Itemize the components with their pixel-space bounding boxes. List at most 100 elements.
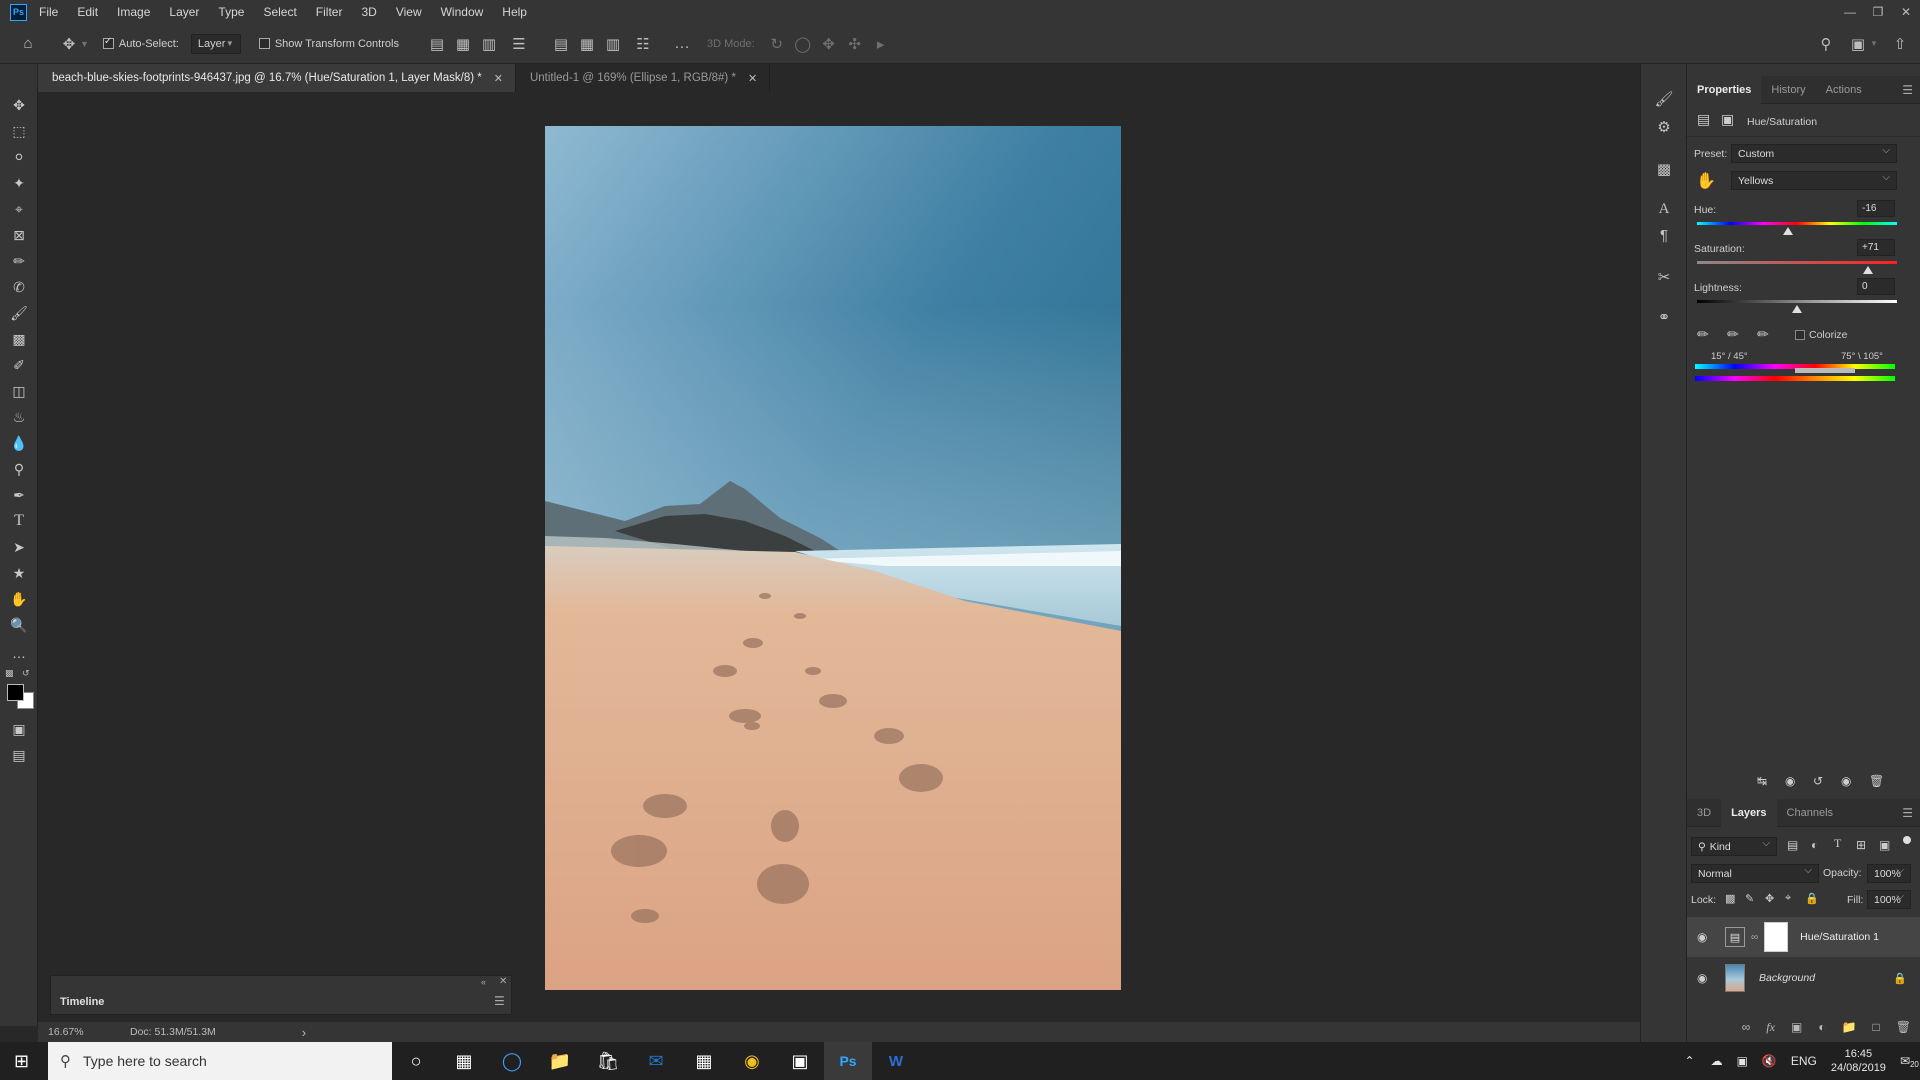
layer-row-background[interactable]: ◉ Background 🔒 bbox=[1687, 958, 1920, 998]
tool-presets-icon[interactable]: ✂ bbox=[1653, 266, 1675, 288]
hue-slider-track[interactable] bbox=[1697, 222, 1897, 225]
filter-smart-object-icon[interactable]: ▣ bbox=[1879, 838, 1890, 852]
libraries-icon[interactable]: ⚭ bbox=[1653, 306, 1675, 328]
fill-input[interactable]: 100% bbox=[1867, 890, 1911, 909]
paragraph-icon[interactable]: ¶ bbox=[1653, 224, 1675, 246]
hue-value-input[interactable]: -16 bbox=[1857, 200, 1895, 217]
lightness-value-input[interactable]: 0 bbox=[1857, 278, 1895, 295]
menu-view[interactable]: View bbox=[396, 5, 422, 19]
marquee-tool-icon[interactable]: ⬚ bbox=[7, 120, 31, 142]
chrome-icon[interactable]: ◉ bbox=[728, 1042, 776, 1080]
magic-wand-icon[interactable]: ✦ bbox=[7, 172, 31, 194]
chain-link-icon[interactable]: ∞ bbox=[1751, 932, 1758, 943]
layer-thumbnail[interactable] bbox=[1725, 964, 1745, 992]
eye-icon[interactable]: ◉ bbox=[1697, 930, 1715, 944]
tab-properties[interactable]: Properties bbox=[1687, 75, 1762, 104]
minimize-icon[interactable]: — bbox=[1836, 0, 1864, 24]
align-center-icon[interactable]: ▦ bbox=[455, 35, 471, 53]
fx-icon[interactable]: fx bbox=[1766, 1020, 1775, 1035]
default-colors-icon[interactable]: ▩ bbox=[5, 668, 14, 679]
foreground-color-swatch[interactable] bbox=[7, 684, 24, 701]
network-icon[interactable]: ▣ bbox=[1737, 1054, 1748, 1068]
menu-file[interactable]: File bbox=[39, 5, 58, 19]
share-icon[interactable]: ⇧ bbox=[1890, 35, 1910, 53]
eyedropper-add-icon[interactable]: ✏ bbox=[1727, 326, 1739, 343]
frame-tool-icon[interactable]: ⊠ bbox=[7, 224, 31, 246]
volume-muted-icon[interactable]: 🔇 bbox=[1762, 1054, 1777, 1068]
shape-tool-icon[interactable]: ★ bbox=[7, 562, 31, 584]
store-icon[interactable]: 🛍 bbox=[584, 1042, 632, 1080]
tab-untitled-1[interactable]: Untitled-1 @ 169% (Ellipse 1, RGB/8#) * … bbox=[516, 64, 771, 92]
pen-tool-icon[interactable]: ✒ bbox=[7, 484, 31, 506]
crop-tool-icon[interactable]: ⌖ bbox=[7, 198, 31, 220]
character-icon[interactable]: A bbox=[1653, 198, 1675, 220]
photoshop-logo[interactable]: Ps bbox=[10, 3, 27, 21]
close-icon[interactable]: ✕ bbox=[494, 72, 503, 85]
cortana-icon[interactable]: ○ bbox=[392, 1042, 440, 1080]
chevron-up-icon[interactable]: ⌃ bbox=[1685, 1054, 1695, 1068]
tab-3d[interactable]: 3D bbox=[1687, 799, 1721, 827]
hue-range-selector[interactable] bbox=[1795, 368, 1855, 373]
distribute-vertical-icon[interactable]: ☷ bbox=[635, 35, 651, 53]
preset-dropdown[interactable]: Custom bbox=[1731, 144, 1897, 163]
menu-window[interactable]: Window bbox=[441, 5, 484, 19]
screen-mode-icon[interactable]: ▤ bbox=[7, 744, 31, 766]
targeted-adjustment-hand-icon[interactable]: ✋ bbox=[1696, 171, 1716, 191]
healing-brush-icon[interactable]: ✆ bbox=[7, 276, 31, 298]
panel-menu-icon[interactable]: ☰ bbox=[494, 994, 505, 1008]
align-middle-icon[interactable]: ▦ bbox=[579, 35, 595, 53]
document-image[interactable] bbox=[545, 126, 1121, 990]
align-left-icon[interactable]: ▤ bbox=[429, 35, 445, 53]
photoshop-taskbar-icon[interactable]: Ps bbox=[824, 1042, 872, 1080]
word-icon[interactable]: W bbox=[872, 1042, 920, 1080]
onedrive-icon[interactable]: ☁ bbox=[1711, 1054, 1723, 1068]
3d-rotate-icon[interactable]: ↻ bbox=[769, 35, 785, 53]
lock-transparent-icon[interactable]: ▩ bbox=[1725, 892, 1735, 905]
timeline-tab[interactable]: Timeline bbox=[60, 996, 104, 1008]
distribute-icon[interactable]: ☰ bbox=[511, 35, 527, 53]
menu-3d[interactable]: 3D bbox=[361, 5, 376, 19]
outlook-icon[interactable]: ✉ bbox=[632, 1042, 680, 1080]
filter-pixel-icon[interactable]: ▤ bbox=[1787, 838, 1798, 852]
saturation-slider-track[interactable] bbox=[1697, 261, 1897, 264]
dodge-tool-icon[interactable]: ⚲ bbox=[7, 458, 31, 480]
brush-tool-icon[interactable]: 🖌 bbox=[7, 302, 31, 324]
close-icon[interactable]: ✕ bbox=[1892, 0, 1920, 24]
checkbox-unchecked[interactable] bbox=[258, 38, 270, 49]
layer-name[interactable]: Background bbox=[1759, 972, 1815, 984]
chevron-down-icon[interactable]: ▼ bbox=[1870, 39, 1878, 48]
type-tool-icon[interactable]: T bbox=[7, 510, 31, 532]
move-tool-icon[interactable]: ✥ bbox=[60, 35, 78, 53]
file-explorer-icon[interactable]: 📁 bbox=[536, 1042, 584, 1080]
clone-source-icon[interactable]: ▩ bbox=[1653, 158, 1675, 180]
layer-mask-thumbnail[interactable] bbox=[1764, 922, 1789, 952]
auto-select-checkbox[interactable]: Auto-Select: bbox=[102, 36, 179, 50]
saturation-slider-thumb[interactable] bbox=[1863, 266, 1873, 274]
chevron-down-icon[interactable]: ▼ bbox=[80, 39, 89, 49]
filter-shape-icon[interactable]: ⊞ bbox=[1856, 838, 1866, 852]
filter-kind-dropdown[interactable]: ⚲ Kind bbox=[1691, 837, 1777, 856]
show-transform-checkbox[interactable]: Show Transform Controls bbox=[258, 38, 399, 50]
filter-adjustment-icon[interactable]: ◐ bbox=[1811, 838, 1818, 852]
channel-dropdown[interactable]: Yellows bbox=[1731, 171, 1897, 190]
tab-actions[interactable]: Actions bbox=[1816, 76, 1872, 104]
delete-layer-icon[interactable]: 🗑 bbox=[1896, 1020, 1911, 1034]
status-menu-arrow[interactable]: › bbox=[302, 1025, 306, 1040]
restore-icon[interactable]: ❐ bbox=[1864, 0, 1892, 24]
align-top-icon[interactable]: ▤ bbox=[553, 35, 569, 53]
calculator-icon[interactable]: ▦ bbox=[680, 1042, 728, 1080]
search-icon[interactable]: ⚲ bbox=[1816, 35, 1836, 53]
more-options-icon[interactable]: … bbox=[673, 35, 691, 53]
lock-all-icon[interactable]: 🔒 bbox=[1805, 892, 1819, 905]
3d-roll-icon[interactable]: ◯ bbox=[794, 35, 811, 53]
lasso-tool-icon[interactable]: ⚪ bbox=[7, 146, 31, 168]
link-layers-icon[interactable]: ∞ bbox=[1742, 1020, 1751, 1034]
path-selection-icon[interactable]: ➤ bbox=[7, 536, 31, 558]
3d-slide-icon[interactable]: ✣ bbox=[847, 35, 863, 53]
mask-icon[interactable]: ▣ bbox=[1721, 111, 1734, 128]
workspace-icon[interactable]: ▣ bbox=[1848, 35, 1868, 53]
align-right-icon[interactable]: ▥ bbox=[481, 35, 497, 53]
lightness-slider-thumb[interactable] bbox=[1792, 305, 1802, 313]
menu-image[interactable]: Image bbox=[117, 5, 150, 19]
adjustments-sliders-icon[interactable]: ⚙ bbox=[1653, 116, 1675, 138]
